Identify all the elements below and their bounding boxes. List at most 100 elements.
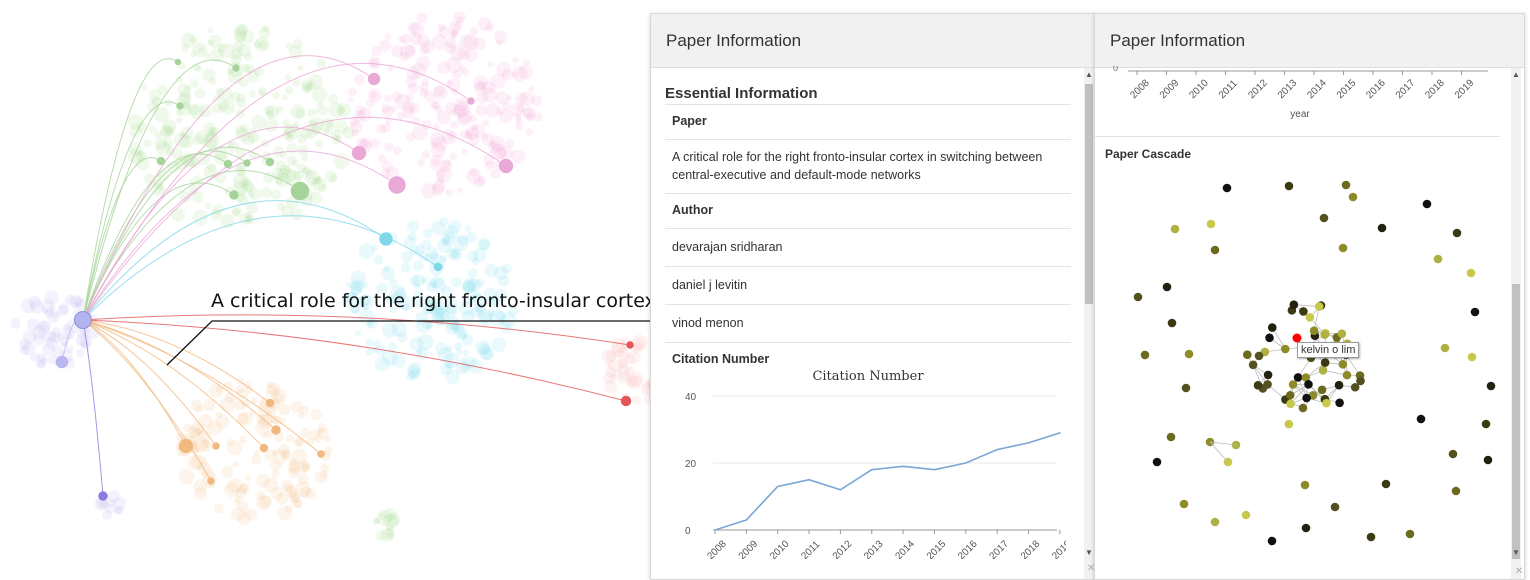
top-axis-tick-label: 2014 (1305, 77, 1329, 101)
cluster-node (240, 176, 251, 187)
citing-paper-node (1433, 254, 1443, 264)
x-tick-label: 2017 (988, 538, 1012, 559)
cluster-node (392, 146, 402, 156)
cited-paper-node (207, 477, 215, 485)
cluster-node (477, 16, 492, 31)
citing-paper-node (1337, 329, 1347, 338)
cited-paper-node (620, 395, 632, 407)
cluster-node (241, 63, 251, 73)
cluster-node (386, 532, 394, 541)
cited-paper-node (176, 102, 184, 110)
citing-paper-node (1265, 333, 1274, 343)
cluster-node (36, 321, 50, 335)
scroll-down-icon[interactable]: ▼ (1511, 548, 1521, 558)
scroll-thumb[interactable] (1512, 284, 1520, 559)
scroll-down-icon[interactable]: ▼ (1084, 548, 1094, 558)
scroll-thumb[interactable] (1085, 84, 1093, 304)
scroll-up-icon[interactable]: ▲ (1511, 70, 1521, 80)
scroll-up-icon[interactable]: ▲ (1084, 70, 1094, 80)
author-item[interactable]: devarajan sridharan (665, 229, 1071, 267)
cluster-node (421, 78, 430, 86)
paper-cascade-title: Paper Cascade (1105, 147, 1192, 161)
cluster-node (264, 117, 279, 132)
cluster-node (192, 42, 208, 58)
top-year-axis: 02008 2009 2010 2011 2012 2013 2014 2015 2016 201… (1113, 66, 1488, 120)
cluster-node (531, 95, 543, 107)
cluster-node (457, 186, 464, 193)
author-item[interactable]: vinod menon (665, 305, 1071, 343)
top-axis-tick-zero: 0 (1113, 66, 1118, 73)
callout-leader-line (166, 320, 650, 366)
cluster-node (434, 85, 446, 97)
cluster-node (301, 79, 313, 91)
cluster-node (632, 395, 642, 405)
citation-point (714, 529, 716, 531)
cited-paper-node (174, 58, 182, 66)
citing-paper-node (1470, 307, 1480, 317)
cluster-node (286, 143, 298, 154)
cluster-node (256, 491, 266, 501)
cluster-node (254, 36, 270, 52)
cluster-node (295, 437, 305, 447)
cluster-node (260, 187, 273, 199)
left-panel-scrollbar[interactable]: ▲ ▼ (1084, 68, 1094, 579)
citation-point (1059, 432, 1061, 434)
cluster-node (337, 106, 347, 115)
cluster-node (250, 397, 258, 405)
cluster-node (170, 207, 185, 222)
cluster-node (285, 133, 295, 143)
close-icon[interactable]: ✕ (1087, 563, 1095, 574)
citing-paper-node (1263, 380, 1272, 389)
cluster-node (143, 139, 152, 148)
cluster-node (251, 114, 266, 130)
citing-paper-node (1320, 330, 1330, 339)
citation-point (808, 478, 810, 481)
cluster-node (449, 152, 458, 161)
cluster-node (391, 353, 406, 368)
cluster-node (10, 318, 21, 329)
cluster-node (469, 168, 478, 177)
cluster-node (182, 423, 193, 433)
cluster-node (148, 125, 157, 134)
cluster-node (215, 411, 223, 419)
close-icon[interactable]: ✕ (1515, 566, 1523, 577)
cited-paper-node (367, 72, 381, 86)
cluster-node (350, 270, 367, 287)
x-tick-label: 2013 (862, 538, 886, 559)
top-axis-tick-label: 2011 (1217, 78, 1240, 101)
cluster-node (284, 74, 292, 82)
x-tick-label: 2011 (799, 539, 822, 559)
cited-paper-node (379, 232, 393, 246)
cluster-node (449, 45, 466, 61)
cluster-node (301, 463, 309, 471)
cluster-node (213, 503, 224, 514)
citing-paper-node (1285, 390, 1295, 400)
cluster-node (423, 90, 436, 102)
cluster-node (62, 327, 76, 340)
cluster-node (314, 139, 324, 149)
paper-cascade-graph[interactable] (1095, 164, 1505, 574)
cluster-node (36, 360, 45, 370)
cited-paper-node (317, 450, 325, 458)
cluster-node (417, 251, 428, 262)
cluster-node (430, 275, 443, 289)
cluster-node (347, 87, 357, 97)
cluster-node (461, 334, 474, 346)
cluster-node (285, 434, 294, 443)
citing-paper-node (1302, 393, 1311, 403)
citing-paper-node (1152, 457, 1162, 467)
citing-paper-node (1167, 318, 1177, 328)
cluster-node (239, 124, 250, 134)
author-item[interactable]: daniel j levitin (665, 267, 1071, 305)
cluster-node (407, 21, 420, 34)
right-panel-scrollbar[interactable]: ▲ ▼ (1511, 68, 1521, 579)
cluster-node (383, 508, 397, 521)
citing-paper-node (1222, 183, 1232, 193)
cluster-node (273, 393, 284, 404)
cluster-node (475, 104, 488, 117)
cluster-node (390, 105, 397, 112)
panel-title: Paper Information (1095, 14, 1524, 68)
cluster-node (164, 99, 173, 107)
citation-point (870, 468, 873, 471)
cluster-node (460, 129, 470, 140)
